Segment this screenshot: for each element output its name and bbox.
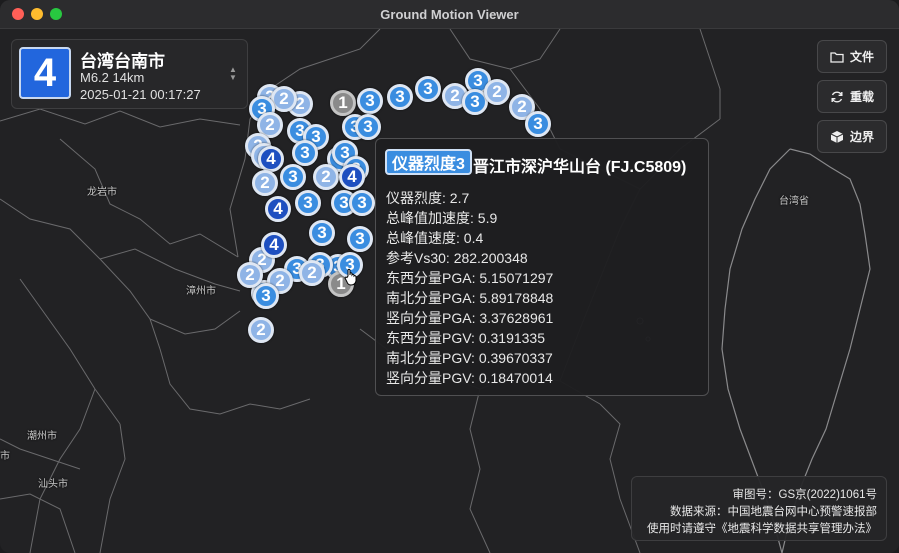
tooltip-row: 总峰值加速度: 5.9: [386, 210, 498, 226]
epicenter-location: 台湾台南市: [80, 52, 165, 71]
file-button-label: 文件: [849, 50, 874, 64]
review-number: 审图号：GS京(2022)1061号: [732, 489, 877, 501]
tooltip-row: 南北分量PGA: 5.89178848: [386, 290, 554, 306]
map-label-longyan: 龙岩市: [87, 187, 117, 198]
map-label-chaozhou: 潮州市: [27, 431, 57, 442]
map-attribution: 审图号：GS京(2022)1061号 数据来源：中国地震台网中心预警速报部 使用…: [631, 476, 887, 541]
station-marker[interactable]: 3: [295, 190, 321, 216]
station-marker[interactable]: 2: [484, 79, 510, 105]
station-marker[interactable]: 2: [299, 260, 325, 286]
station-marker[interactable]: 4: [265, 196, 291, 222]
boundary-button[interactable]: 边界: [817, 120, 887, 153]
station-intensity-badge: 仪器烈度3: [385, 149, 472, 175]
tooltip-row: 东西分量PGA: 5.15071297: [386, 270, 554, 286]
station-marker[interactable]: 3: [280, 164, 306, 190]
map-label-zhangzhou: 漳州市: [186, 286, 216, 297]
refresh-icon: [831, 91, 843, 102]
max-intensity-badge: 4: [19, 47, 71, 99]
map-label-taiwan: 台湾省: [779, 196, 809, 207]
tooltip-row: 竖向分量PGA: 3.37628961: [386, 310, 554, 326]
station-marker[interactable]: 3: [525, 111, 551, 137]
station-marker[interactable]: 3: [357, 88, 383, 114]
station-marker[interactable]: 3: [415, 76, 441, 102]
usage-notice: 使用时请遵守《地震科学数据共享管理办法》: [647, 523, 877, 535]
tooltip-row: 参考Vs30: 282.200348: [386, 250, 528, 266]
map-label-edge: 市: [0, 451, 10, 462]
title-bar: Ground Motion Viewer: [0, 0, 899, 29]
minimize-window-button[interactable]: [31, 8, 43, 20]
station-marker[interactable]: 3: [349, 190, 375, 216]
station-name: 晋江市深沪华山台 (FJ.C5809): [473, 159, 687, 176]
station-marker[interactable]: 3: [253, 283, 279, 309]
event-stepper-icon[interactable]: ▲ ▼: [229, 66, 237, 82]
station-tooltip: 仪器烈度3 晋江市深沪华山台 (FJ.C5809) 仪器烈度: 2.7 总峰值加…: [375, 138, 709, 396]
station-marker[interactable]: 3: [355, 114, 381, 140]
origin-time: 2025-01-21 00:17:27: [80, 87, 201, 102]
station-marker[interactable]: 2: [313, 164, 339, 190]
map-label-shantou: 汕头市: [38, 479, 68, 490]
station-marker[interactable]: 1: [330, 90, 356, 116]
maximize-window-button[interactable]: [50, 8, 62, 20]
station-marker[interactable]: 2: [248, 317, 274, 343]
data-source: 数据来源：中国地震台网中心预警速报部: [670, 506, 877, 518]
station-marker[interactable]: 4: [339, 164, 365, 190]
tooltip-row: 仪器烈度: 2.7: [386, 190, 470, 206]
tooltip-row: 总峰值速度: 0.4: [386, 230, 484, 246]
tooltip-row: 南北分量PGV: 0.39670337: [386, 350, 553, 366]
station-marker[interactable]: 2: [237, 262, 263, 288]
earthquake-info-card[interactable]: 4 台湾台南市 M6.2 14km 2025-01-21 00:17:27 ▲ ▼: [11, 39, 248, 109]
tooltip-row: 东西分量PGV: 0.3191335: [386, 330, 546, 346]
station-marker[interactable]: 3: [347, 226, 373, 252]
station-marker[interactable]: 3: [309, 220, 335, 246]
tooltip-row: 竖向分量PGV: 0.18470014: [386, 370, 553, 386]
magnitude-depth: M6.2 14km: [80, 70, 145, 85]
station-marker[interactable]: 4: [258, 146, 284, 172]
station-marker[interactable]: 3: [292, 140, 318, 166]
app-window: Ground Motion Viewer 龙岩市 漳州市 潮州市 汕头市 台湾省…: [0, 0, 899, 553]
boundary-button-label: 边界: [849, 130, 874, 144]
station-marker[interactable]: 2: [252, 170, 278, 196]
reload-button[interactable]: 重载: [817, 80, 887, 113]
station-marker[interactable]: 4: [261, 232, 287, 258]
cube-icon: [830, 130, 844, 143]
file-button[interactable]: 文件: [817, 40, 887, 73]
close-window-button[interactable]: [12, 8, 24, 20]
folder-icon: [830, 51, 844, 63]
reload-button-label: 重载: [849, 90, 874, 104]
station-marker[interactable]: 3: [387, 84, 413, 110]
window-title: Ground Motion Viewer: [380, 6, 519, 22]
hand-cursor-icon: [344, 268, 357, 286]
